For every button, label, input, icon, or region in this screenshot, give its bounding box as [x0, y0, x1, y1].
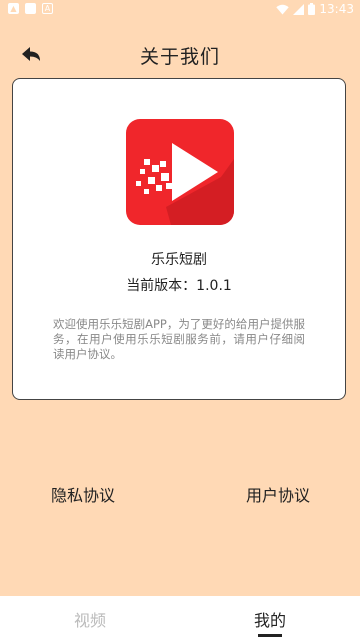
battery-icon	[308, 3, 316, 15]
status-bar: ▲ A 13:43	[0, 0, 360, 20]
about-card: 乐乐短剧 当前版本：1.0.1 欢迎使用乐乐短剧APP，为了更好的给用户提供服务…	[12, 78, 346, 400]
privacy-agreement-link[interactable]: 隐私协议	[51, 482, 115, 506]
square-icon	[25, 3, 36, 14]
app-logo	[126, 119, 234, 225]
status-time: 13:43	[319, 2, 354, 16]
bottom-nav: 视频 我的	[0, 596, 360, 640]
status-left-icons: ▲ A	[8, 3, 53, 14]
tab-video[interactable]: 视频	[74, 607, 106, 631]
app-name: 乐乐短剧	[151, 252, 207, 268]
agreement-links: 隐私协议 用户协议	[0, 482, 360, 506]
tab-mine[interactable]: 我的	[254, 607, 286, 631]
active-tab-indicator	[258, 634, 282, 637]
top-bar: 关于我们	[0, 32, 360, 76]
status-right: 13:43	[276, 2, 354, 16]
signal-icon	[293, 3, 305, 15]
wifi-icon	[276, 4, 290, 14]
user-agreement-link[interactable]: 用户协议	[246, 482, 310, 506]
image-icon: ▲	[8, 3, 19, 14]
page-title: 关于我们	[139, 46, 220, 68]
app-version: 当前版本：1.0.1	[126, 278, 232, 294]
a-icon: A	[42, 3, 53, 14]
app-description: 欢迎使用乐乐短剧APP，为了更好的给用户提供服务，在用户使用乐乐短剧服务前，请用…	[53, 317, 305, 361]
play-logo-icon	[126, 119, 234, 225]
